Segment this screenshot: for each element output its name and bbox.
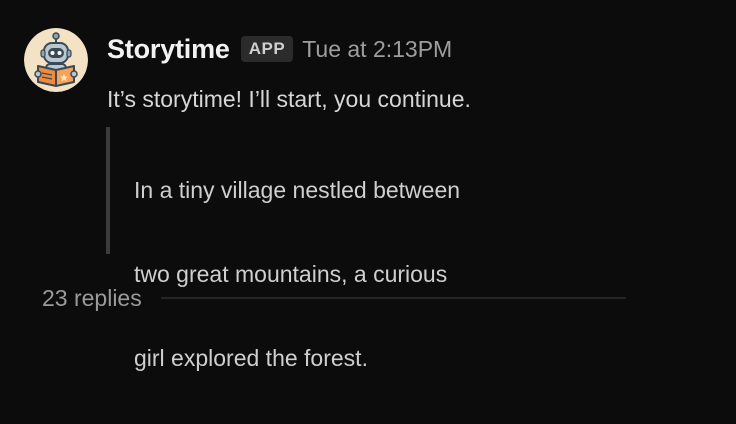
thread-summary: 23 replies: [42, 282, 626, 314]
quote-line: In a tiny village nestled between: [134, 177, 461, 203]
author-name[interactable]: Storytime: [107, 34, 230, 65]
avatar[interactable]: [24, 28, 88, 92]
app-badge: APP: [240, 36, 294, 62]
message-header: Storytime APP Tue at 2:13PM: [107, 30, 452, 68]
message-text: It’s storytime! I’ll start, you continue…: [107, 86, 471, 112]
blockquote: In a tiny village nestled between two gr…: [106, 127, 550, 371]
thread-divider: [160, 297, 626, 299]
message: Storytime APP Tue at 2:13PM It’s storyti…: [0, 0, 736, 424]
quote-text: In a tiny village nestled between two gr…: [110, 127, 550, 421]
timestamp[interactable]: Tue at 2:13PM: [302, 36, 452, 63]
robot-reading-book-icon: [24, 28, 88, 92]
quote-line: girl explored the forest.: [134, 345, 368, 371]
replies-link[interactable]: 23 replies: [42, 285, 142, 312]
